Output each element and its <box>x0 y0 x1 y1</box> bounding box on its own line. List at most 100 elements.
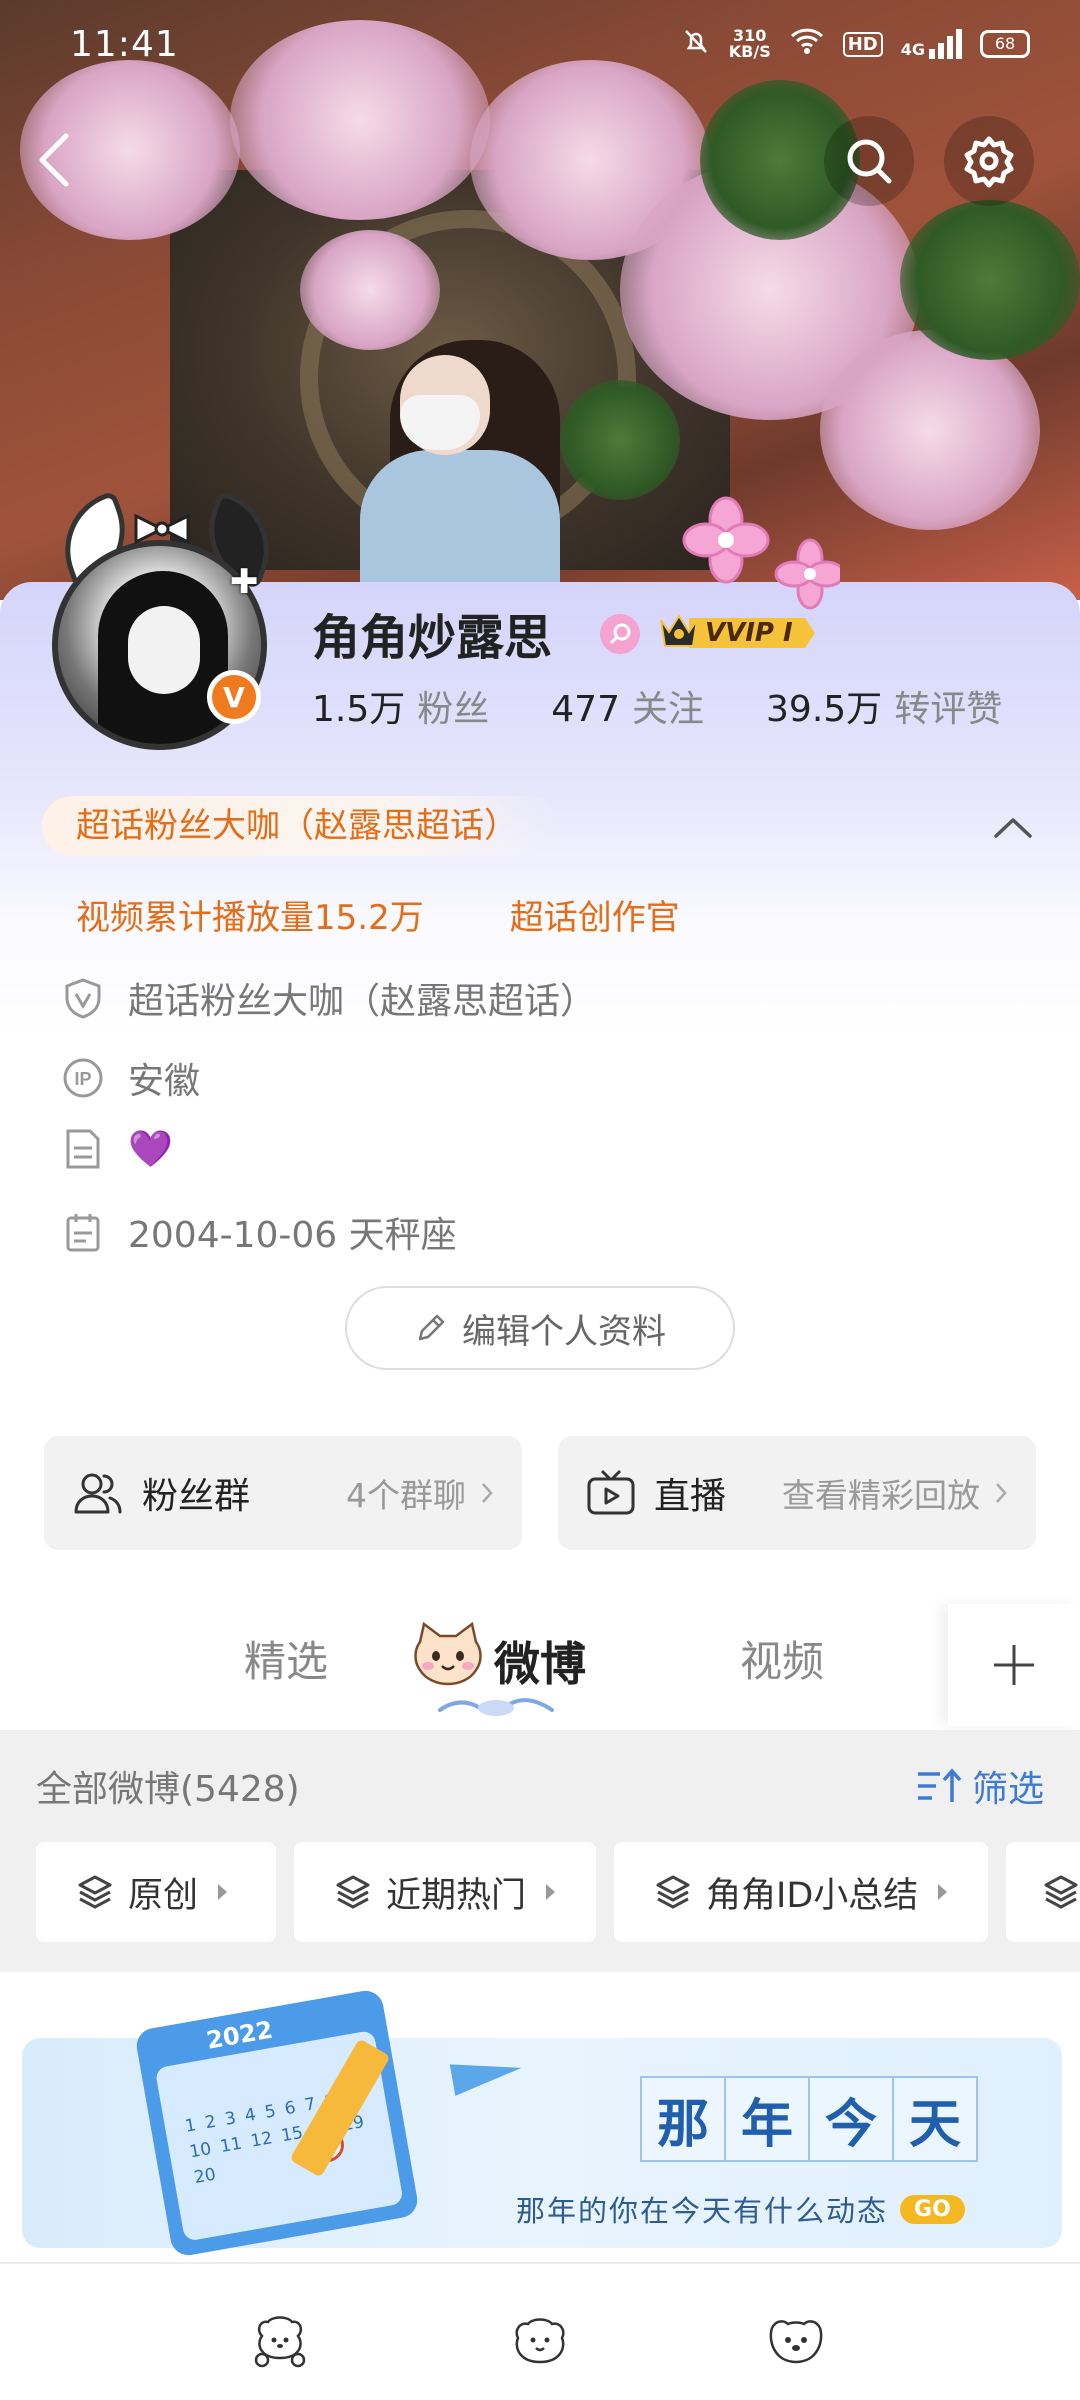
banner-subtitle-text: 那年的你在今天有什么动态 <box>516 2194 889 2228</box>
network-type: 4G <box>900 40 925 59</box>
layers-icon <box>656 1875 690 1909</box>
tab-weibo[interactable]: 微博 <box>412 1610 592 1720</box>
tab-weibo-label: 微博 <box>494 1637 586 1691</box>
caret-right-icon <box>546 1884 556 1900</box>
caret-right-icon <box>218 1884 228 1900</box>
caret-right-icon <box>938 1884 948 1900</box>
dog-face-icon[interactable] <box>764 2314 828 2370</box>
document-icon <box>62 1128 104 1170</box>
filter-area: 全部微博(5428) 筛选 原创 近期热门 角角ID小总结 <box>0 1730 1080 1972</box>
fan-tag-chip[interactable]: 超话粉丝大咖（赵露思超话） <box>42 796 558 856</box>
info-bio: 💜 <box>62 1128 173 1170</box>
verified-badge: V <box>207 670 261 724</box>
svg-text:IP: IP <box>74 1069 91 1089</box>
banner-title-char: 那 <box>640 2076 726 2162</box>
female-icon <box>600 614 640 654</box>
calendar-icon <box>62 1211 104 1253</box>
status-bar: 11:41 310 KB/S HD 4G 68 <box>0 0 1080 95</box>
birthday-text: 2004-10-06 天秤座 <box>128 1215 457 1256</box>
search-icon <box>847 139 892 184</box>
live-label: 直播 <box>654 1476 727 1517</box>
hd-icon: HD <box>842 31 883 57</box>
stat-fans[interactable]: 1.5万 粉丝 <box>312 680 489 732</box>
live-sub: 查看精彩回放 <box>782 1469 1008 1517</box>
info-ip: IP 安徽 <box>62 1052 200 1104</box>
bottom-nav <box>0 2262 1080 2400</box>
cell-signal: 4G <box>901 29 962 59</box>
banner-title: 那 年 今 天 <box>640 2076 978 2162</box>
back-button[interactable] <box>34 120 94 200</box>
banner-subtitle: 那年的你在今天有什么动态 GO <box>516 2188 965 2230</box>
ip-icon: IP <box>62 1057 104 1099</box>
leaves <box>900 200 1080 360</box>
bow-decoration <box>134 513 190 545</box>
stat-label: 转评赞 <box>894 689 1003 730</box>
info-birthday: 2004-10-06 天秤座 <box>62 1206 457 1258</box>
stat-label: 粉丝 <box>417 689 490 730</box>
vvip-badge[interactable]: VVIP I <box>655 610 815 656</box>
honors-row: 视频累计播放量15.2万 超话创作官 <box>76 890 680 939</box>
chevron-left-icon <box>39 133 69 187</box>
live-card[interactable]: 直播 查看精彩回放 <box>558 1436 1036 1550</box>
profile-stats: 1.5万 粉丝 477 关注 39.5万 转评赞 <box>312 680 1002 732</box>
fans-group-count: 4个群聊 <box>346 1476 466 1515</box>
layers-icon <box>336 1875 370 1909</box>
pencil-icon <box>418 1314 445 1341</box>
paper-plane-icon <box>449 2052 525 2096</box>
tab-featured[interactable]: 精选 <box>244 1628 328 1689</box>
tv-icon <box>587 1469 635 1515</box>
stat-value: 39.5万 <box>766 689 883 730</box>
gear-icon <box>964 136 1014 188</box>
fans-group-sub: 4个群聊 <box>346 1469 494 1517</box>
info-verification: 超话粉丝大咖（赵露思超话） <box>62 972 596 1024</box>
avatar[interactable]: ✚ V <box>42 490 286 750</box>
chevron-up-icon[interactable] <box>990 812 1036 842</box>
puppy-icon[interactable] <box>248 2314 312 2370</box>
bio-text: 💜 <box>128 1129 173 1170</box>
stat-reposts-likes[interactable]: 39.5万 转评赞 <box>766 680 1002 732</box>
settings-button[interactable] <box>944 116 1034 206</box>
banner-title-char: 今 <box>808 2076 894 2162</box>
chip-label: 近期热门 <box>386 1875 527 1916</box>
search-button[interactable] <box>824 116 914 206</box>
stat-value: 1.5万 <box>312 689 406 730</box>
honor-video-plays[interactable]: 视频累计播放量15.2万 <box>76 890 424 939</box>
chip-recent-hot[interactable]: 近期热门 <box>294 1842 596 1942</box>
live-replay: 查看精彩回放 <box>782 1476 980 1515</box>
stat-value: 477 <box>551 689 620 730</box>
filter-sort-icon <box>917 1768 962 1802</box>
verification-text: 超话粉丝大咖（赵露思超话） <box>128 981 597 1022</box>
add-tab-button[interactable] <box>948 1604 1080 1726</box>
net-speed-unit: KB/S <box>728 42 771 61</box>
chip-id-summary[interactable]: 角角ID小总结 <box>614 1842 988 1942</box>
tab-underline-decoration <box>438 1698 554 1716</box>
edit-profile-button[interactable]: 编辑个人资料 <box>345 1286 735 1370</box>
girl-body <box>360 450 560 600</box>
honor-creator[interactable]: 超话创作官 <box>510 890 680 939</box>
edit-profile-label: 编辑个人资料 <box>462 1311 666 1352</box>
people-icon <box>74 1473 122 1514</box>
on-this-day-banner[interactable]: 2022 1 2 3 4 5 6 7 8 9 10 11 12 15 16 19… <box>22 1988 1062 2258</box>
profile-name: 角角炒露思 <box>312 610 553 666</box>
fans-group-label: 粉丝群 <box>142 1476 251 1517</box>
status-icons: 310 KB/S HD 4G 68 <box>681 26 1030 62</box>
plus-icon <box>994 1645 1034 1685</box>
chip-original[interactable]: 原创 <box>36 1842 276 1942</box>
blossom <box>820 330 1040 530</box>
calendar-illustration: 2022 1 2 3 4 5 6 7 8 9 10 11 12 15 16 19… <box>133 1988 421 2258</box>
go-button[interactable]: GO <box>900 2194 965 2224</box>
chip-more[interactable] <box>1006 1842 1080 1942</box>
layers-icon <box>78 1875 112 1909</box>
stat-label: 关注 <box>632 689 705 730</box>
all-posts-count: 全部微博(5428) <box>36 1769 300 1810</box>
puppy-face-icon[interactable] <box>508 2314 572 2370</box>
fans-group-card[interactable]: 粉丝群 4个群聊 <box>44 1436 522 1550</box>
cat-face-icon <box>414 1622 482 1686</box>
stat-following[interactable]: 477 关注 <box>551 680 704 732</box>
ip-location: 安徽 <box>128 1061 201 1102</box>
layers-icon <box>1044 1875 1078 1909</box>
battery-icon: 68 <box>980 30 1030 58</box>
net-speed: 310 KB/S <box>729 28 771 60</box>
filter-button[interactable]: 筛选 <box>916 1760 1044 1812</box>
tab-video[interactable]: 视频 <box>740 1628 824 1689</box>
